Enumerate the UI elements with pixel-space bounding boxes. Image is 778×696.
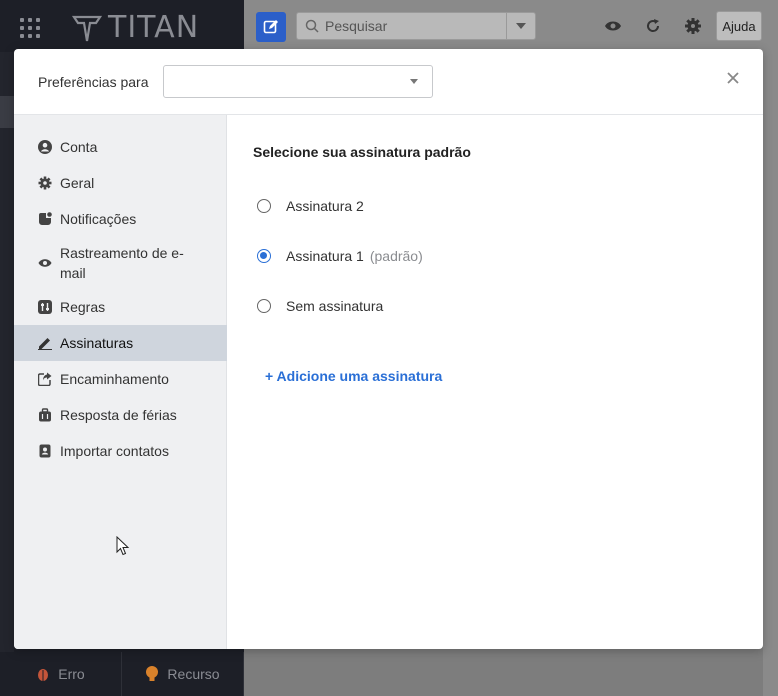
compose-button[interactable] <box>256 12 286 42</box>
radio-button[interactable] <box>257 199 271 213</box>
close-button[interactable] <box>723 68 743 88</box>
sidebar-item-conta[interactable]: Conta <box>14 131 227 163</box>
pen-icon <box>38 336 52 350</box>
sidebar-item-encaminhamento[interactable]: Encaminhamento <box>14 363 227 395</box>
brand-name: TITAN <box>108 10 200 45</box>
default-tag: (padrão) <box>369 248 423 264</box>
request-feature-button[interactable]: Recurso <box>122 652 244 696</box>
preferences-modal: Preferências para Conta Geral Notificaçõ… <box>14 49 763 649</box>
mouse-cursor-icon <box>116 536 130 556</box>
settings-gear-icon[interactable] <box>683 16 703 36</box>
sidebar-item-importar-contatos[interactable]: Importar contatos <box>14 435 227 467</box>
signature-option-assinatura-1[interactable]: Assinatura 1 (padrão) <box>257 248 423 264</box>
radio-button[interactable] <box>257 299 271 313</box>
bottom-bar: Erro Recurso <box>0 652 244 696</box>
suitcase-icon <box>38 408 52 422</box>
sidebar-item-label: Conta <box>60 139 98 155</box>
bug-icon <box>38 669 49 681</box>
sidebar-item-label: Notificações <box>60 211 137 227</box>
lightbulb-icon <box>146 666 159 681</box>
sidebar-item-label: Resposta de férias <box>60 407 177 423</box>
search-box[interactable]: Pesquisar <box>296 12 536 40</box>
chevron-down-icon <box>516 23 526 29</box>
titan-logo: TITAN <box>72 10 199 45</box>
sidebar-item-rastreamento[interactable]: Rastreamento de e-mail <box>14 241 227 285</box>
apps-grid-icon[interactable] <box>20 18 40 38</box>
sidebar-item-assinaturas[interactable]: Assinaturas <box>14 325 227 361</box>
sidebar-item-notificacoes[interactable]: Notificações <box>14 203 227 235</box>
signature-option-label: Assinatura 2 <box>286 198 364 214</box>
signature-option-assinatura-2[interactable]: Assinatura 2 <box>257 198 364 214</box>
signature-option-label: Sem assinatura <box>286 298 384 314</box>
notification-icon <box>38 212 52 226</box>
sidebar-item-regras[interactable]: Regras <box>14 291 227 323</box>
sidebar-item-label: Encaminhamento <box>60 371 169 387</box>
add-signature-link[interactable]: + Adicione uma assinatura <box>265 368 442 384</box>
error-label: Erro <box>58 666 85 682</box>
eye-icon <box>38 256 52 270</box>
gear-icon <box>38 176 52 190</box>
preferences-for-label: Preferências para <box>38 74 149 90</box>
chevron-down-icon <box>410 79 418 84</box>
forward-share-icon <box>38 372 52 386</box>
sidebar-item-label: Importar contatos <box>60 443 169 459</box>
rules-sliders-icon <box>38 300 52 314</box>
signature-option-label: Assinatura 1 <box>286 248 364 264</box>
modal-header: Preferências para <box>14 49 763 115</box>
sidebar-item-label: Assinaturas <box>60 335 134 351</box>
signature-option-sem-assinatura[interactable]: Sem assinatura <box>257 298 383 314</box>
sidebar-item-label: Regras <box>60 299 106 315</box>
titan-logo-icon <box>72 15 102 41</box>
close-icon <box>727 72 739 84</box>
preferences-sidebar: Conta Geral Notificações Rastreamento de… <box>14 115 227 649</box>
sidebar-item-geral[interactable]: Geral <box>14 167 227 199</box>
feature-label: Recurso <box>167 666 220 682</box>
folder-list-backdrop <box>0 52 14 652</box>
search-icon <box>305 19 319 33</box>
help-button[interactable]: Ajuda <box>716 11 762 41</box>
account-circle-icon <box>38 140 52 154</box>
sidebar-item-resposta-ferias[interactable]: Resposta de férias <box>14 399 227 431</box>
contacts-icon <box>38 444 52 458</box>
search-input[interactable]: Pesquisar <box>325 18 506 34</box>
report-error-button[interactable]: Erro <box>0 652 122 696</box>
search-options-dropdown[interactable] <box>506 13 535 39</box>
signatures-heading: Selecione sua assinatura padrão <box>253 144 471 160</box>
radio-button-selected[interactable] <box>257 249 271 263</box>
signatures-panel: Selecione sua assinatura padrão Assinatu… <box>227 115 763 649</box>
compose-icon <box>263 20 278 34</box>
sidebar-item-label: Rastreamento de e-mail <box>60 245 184 281</box>
eye-icon[interactable] <box>603 16 623 36</box>
sidebar-item-label: Geral <box>60 175 95 191</box>
account-select[interactable] <box>163 65 433 98</box>
refresh-icon[interactable] <box>643 16 663 36</box>
mail-list-backdrop <box>763 52 778 696</box>
